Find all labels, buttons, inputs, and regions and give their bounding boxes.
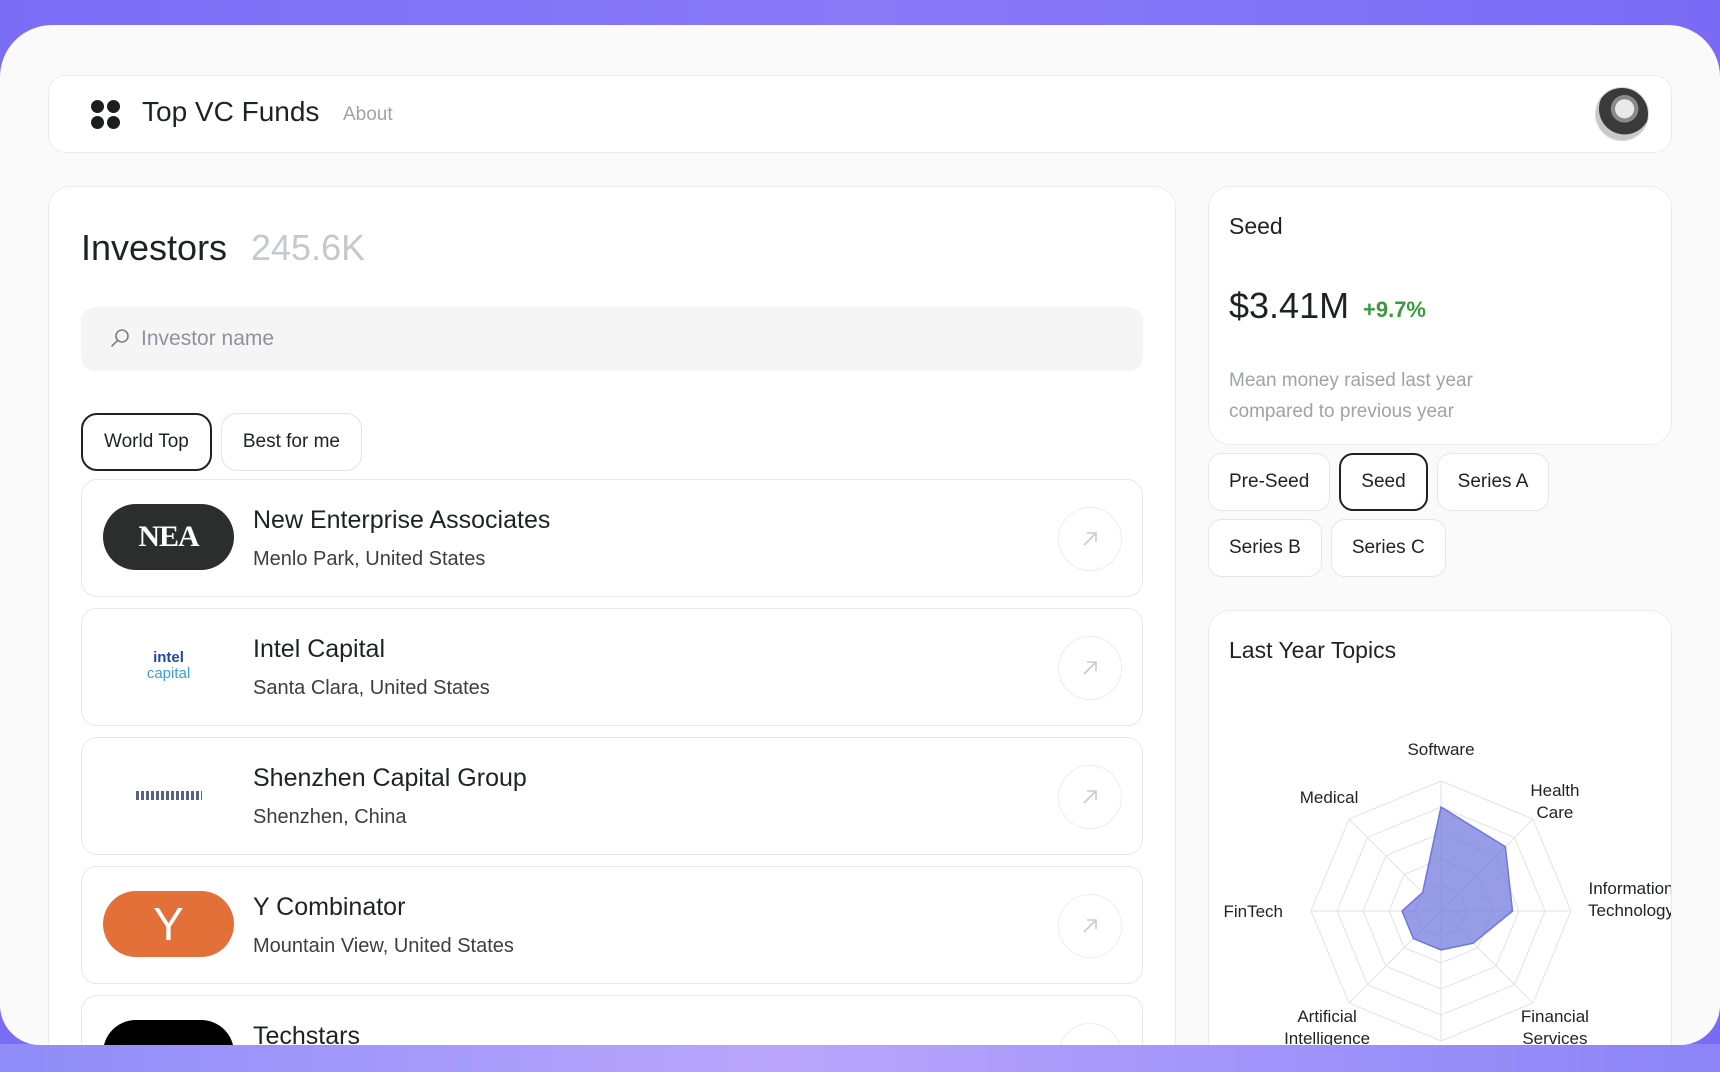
- open-investor-button[interactable]: [1058, 894, 1122, 958]
- intel-logo-line2: capital: [146, 665, 191, 682]
- investor-row[interactable]: intel capital Intel Capital Santa Clara,…: [81, 608, 1143, 726]
- investor-name: Techstars: [253, 1022, 360, 1045]
- investor-location: Mountain View, United States: [253, 935, 514, 957]
- search-input[interactable]: [141, 307, 1041, 371]
- topics-card: Last Year Topics Software Health Care Infor…: [1208, 610, 1672, 1045]
- nav-about-link[interactable]: About: [343, 104, 393, 126]
- stage-pre-seed[interactable]: Pre-Seed: [1208, 453, 1331, 511]
- stage-series-c[interactable]: Series C: [1330, 519, 1446, 577]
- investor-location: Santa Clara, United States: [253, 677, 490, 699]
- search-icon: [111, 329, 129, 347]
- seed-value: $3.41M: [1229, 285, 1350, 326]
- investor-name: New Enterprise Associates: [253, 506, 551, 534]
- techstars-logo: [103, 1020, 234, 1045]
- investor-name: Intel Capital: [253, 635, 386, 663]
- arrow-up-right-icon: [1083, 532, 1097, 546]
- page-title: Investors: [81, 227, 228, 268]
- investor-list: NEA New Enterprise Associates Menlo Park…: [81, 479, 1143, 1045]
- filter-best-for-me[interactable]: Best for me: [220, 413, 362, 471]
- y-combinator-logo: Y: [103, 891, 234, 957]
- seed-stats-card: Seed $3.41M +9.7% Mean money raised last…: [1208, 186, 1672, 445]
- investor-row[interactable]: NEA New Enterprise Associates Menlo Park…: [81, 479, 1143, 597]
- seed-description: Mean money raised last year compared to …: [1229, 370, 1473, 422]
- top-navbar: Top VC Funds About: [48, 75, 1672, 153]
- investor-location: Menlo Park, United States: [253, 548, 486, 570]
- seed-change-badge: +9.7%: [1363, 297, 1426, 322]
- filter-world-top[interactable]: World Top: [81, 413, 212, 471]
- radar-category-label: FinTech: [1223, 902, 1283, 921]
- arrow-up-right-icon: [1083, 919, 1097, 933]
- user-avatar[interactable]: [1595, 87, 1649, 141]
- arrow-up-right-icon: [1083, 790, 1097, 804]
- radar-category-label: Financial Services: [1521, 1007, 1589, 1045]
- stage-series-b[interactable]: Series B: [1208, 519, 1322, 577]
- stage-chips: Pre-Seed Seed Series A Series B Series C: [1208, 453, 1588, 577]
- intel-logo-line1: intel: [153, 649, 184, 666]
- filter-chips: World Top Best for me: [81, 413, 362, 471]
- seed-title: Seed: [1229, 213, 1283, 239]
- background-gradient: [0, 1044, 1720, 1072]
- investor-name: Shenzhen Capital Group: [253, 764, 527, 792]
- shenzhen-capital-logo: [103, 762, 234, 828]
- radar-category-label: Medical: [1300, 788, 1359, 807]
- shenzhen-logo-mark: [135, 790, 202, 800]
- radar-category-label: Artificial Intelligence: [1284, 1007, 1370, 1045]
- stage-series-a[interactable]: Series A: [1436, 453, 1550, 511]
- investor-count: 245.6K: [251, 227, 366, 268]
- arrow-up-right-icon: [1083, 661, 1097, 675]
- radar-category-label: Health Care: [1530, 781, 1579, 822]
- arrow-up-right-icon: [1079, 1044, 1101, 1045]
- stage-seed[interactable]: Seed: [1339, 453, 1428, 511]
- topics-radar-chart: Software Health Care Information Technology F…: [1223, 740, 1672, 1045]
- four-dots-logo-icon[interactable]: [91, 100, 121, 130]
- open-investor-button[interactable]: [1058, 765, 1122, 829]
- intel-capital-logo: intel capital: [103, 633, 234, 699]
- investor-row[interactable]: Y Y Combinator Mountain View, United Sta…: [81, 866, 1143, 984]
- investor-location: Shenzhen, China: [253, 806, 407, 828]
- app-window: Top VC Funds About Investors 245.6K Worl…: [0, 25, 1720, 1045]
- nea-logo: NEA: [103, 504, 234, 570]
- search-bar[interactable]: [81, 307, 1143, 371]
- investors-panel: Investors 245.6K World Top Best for me N…: [48, 186, 1176, 1045]
- radar-series-area: [1401, 805, 1514, 951]
- radar-category-label: Software: [1407, 740, 1474, 759]
- radar-category-label: Information Technology: [1588, 879, 1672, 920]
- open-investor-button[interactable]: [1058, 1023, 1122, 1045]
- open-investor-button[interactable]: [1058, 507, 1122, 571]
- investor-row[interactable]: Techstars: [81, 995, 1143, 1045]
- open-investor-button[interactable]: [1058, 636, 1122, 700]
- investor-row[interactable]: Shenzhen Capital Group Shenzhen, China: [81, 737, 1143, 855]
- investor-name: Y Combinator: [253, 893, 406, 921]
- app-title[interactable]: Top VC Funds: [142, 96, 319, 128]
